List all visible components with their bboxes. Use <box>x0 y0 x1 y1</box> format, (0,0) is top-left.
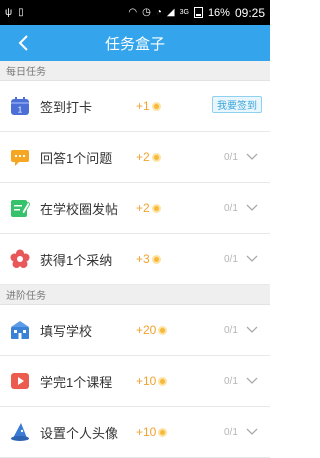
task-label: 签到打卡 <box>40 99 93 115</box>
page-title: 任务盒子 <box>104 35 165 53</box>
task-progress: 0/1 <box>224 375 238 387</box>
coin-icon <box>158 376 168 386</box>
status-right: ◠ ◷ ◔ ◢ 3G 16% 09:25 <box>128 6 265 20</box>
back-button[interactable] <box>8 25 38 61</box>
wizard-hat-icon <box>11 423 29 441</box>
calendar-icon: 1 <box>11 97 29 115</box>
chevron-down-icon[interactable] <box>246 153 258 161</box>
flower-icon <box>10 249 30 268</box>
chevron-down-icon[interactable] <box>246 326 258 334</box>
signin-button[interactable]: 我要签到 <box>212 96 262 113</box>
chevron-down-icon[interactable] <box>246 255 258 263</box>
play-icon <box>11 373 29 389</box>
reward-value: +3 <box>136 252 150 266</box>
battery-icon <box>193 7 203 18</box>
task-row-course[interactable]: 学完1个课程 +10 0/1 <box>0 356 270 407</box>
clock-time: 09:25 <box>234 5 265 20</box>
chat-bubble-icon <box>11 150 29 166</box>
coin-icon <box>151 254 161 264</box>
wifi-icon: ◔ <box>155 6 162 18</box>
task-row-school[interactable]: 填写学校 +20 0/1 <box>0 305 270 356</box>
signal-icon: ◢ <box>166 6 175 18</box>
task-progress: 0/1 <box>224 324 238 336</box>
task-label: 在学校圈发帖 <box>40 201 119 217</box>
task-row-answer[interactable]: 回答1个问题 +2 0/1 <box>0 132 270 183</box>
reward: +10 <box>136 425 168 439</box>
task-label: 设置个人头像 <box>40 425 119 441</box>
task-row-checkin[interactable]: 1 签到打卡 +1 我要签到 <box>0 81 270 132</box>
alarm-icon: ◷ <box>142 6 151 18</box>
reward-value: +10 <box>136 425 157 439</box>
reward: +10 <box>136 374 168 388</box>
reward-value: +2 <box>136 150 150 164</box>
reward: +20 <box>136 323 168 337</box>
coin-icon <box>151 152 161 162</box>
coin-icon <box>151 203 161 213</box>
edit-post-icon <box>11 200 30 217</box>
task-row-avatar[interactable]: 设置个人头像 +10 0/1 <box>0 407 270 458</box>
reward-value: +2 <box>136 201 150 215</box>
reward: +2 <box>136 150 161 164</box>
reward: +3 <box>136 252 161 266</box>
reward-value: +20 <box>136 323 157 337</box>
task-label: 获得1个采纳 <box>40 252 113 268</box>
task-label: 学完1个课程 <box>40 374 113 390</box>
task-progress: 0/1 <box>224 202 238 214</box>
reward-value: +10 <box>136 374 157 388</box>
chevron-down-icon[interactable] <box>246 377 258 385</box>
chevron-down-icon[interactable] <box>246 204 258 212</box>
coin-icon <box>151 101 161 111</box>
task-list: 每日任务 1 签到打卡 +1 我要签到 回答1个问题 +2 0/1 在学校圈发帖… <box>0 61 270 458</box>
task-row-post[interactable]: 在学校圈发帖 +2 0/1 <box>0 183 270 234</box>
task-progress: 0/1 <box>224 426 238 438</box>
task-label: 回答1个问题 <box>40 150 113 166</box>
usb-icon: ψ <box>5 6 13 18</box>
status-left: ψ ▯ <box>5 6 24 18</box>
coin-icon <box>158 427 168 437</box>
vibrate-icon: ▯ <box>18 6 24 18</box>
task-progress: 0/1 <box>224 253 238 265</box>
coin-icon <box>158 325 168 335</box>
chevron-down-icon[interactable] <box>246 428 258 436</box>
status-bar: ψ ▯ ◠ ◷ ◔ ◢ 3G 16% 09:25 <box>0 0 270 25</box>
reward-value: +1 <box>136 99 150 113</box>
task-label: 填写学校 <box>40 323 93 339</box>
reward: +1 <box>136 99 161 113</box>
task-row-accepted[interactable]: 获得1个采纳 +3 0/1 <box>0 234 270 285</box>
headphones-icon: ◠ <box>128 6 138 18</box>
chevron-left-icon <box>18 35 28 51</box>
title-bar: 任务盒子 <box>0 25 270 61</box>
battery-percent: 16% <box>207 6 230 19</box>
task-progress: 0/1 <box>224 151 238 163</box>
signal-type-label: 3G <box>179 9 189 16</box>
section-header-advanced: 进阶任务 <box>0 285 270 305</box>
school-icon <box>11 321 29 339</box>
svg-text:1: 1 <box>18 106 23 115</box>
reward: +2 <box>136 201 161 215</box>
section-header-daily: 每日任务 <box>0 61 270 81</box>
